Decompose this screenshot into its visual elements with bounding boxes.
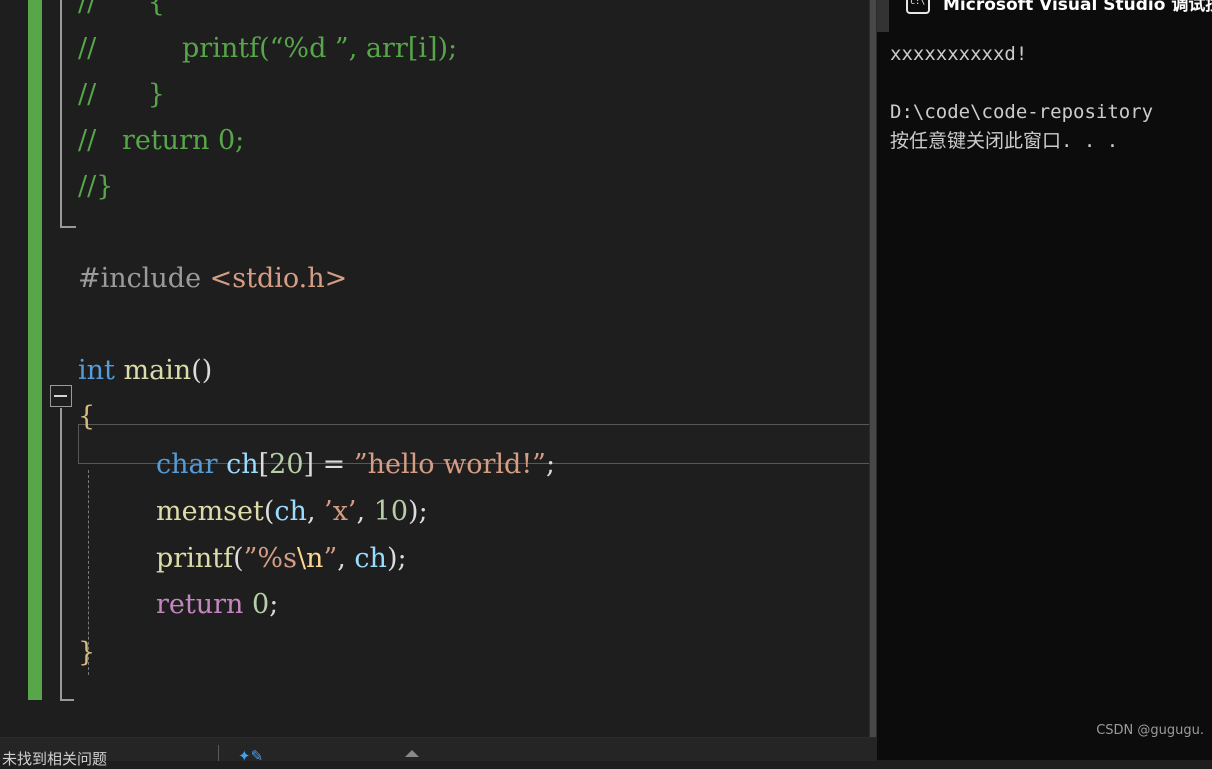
code-line[interactable]: printf(”%s\n”, ch); (156, 536, 407, 582)
screenshot-root: // { // printf(“%d ”, arr[i]); // } // retu… (0, 0, 1212, 768)
code-token: () (191, 355, 213, 386)
code-token: ( (233, 543, 244, 574)
code-token: return (156, 589, 244, 620)
code-token: // printf(“%d ”, arr[i]); (78, 33, 458, 64)
code-token: 10 (373, 496, 409, 527)
editor-bottom-bar[interactable]: 未找到相关问题 ✦✎ (0, 737, 877, 768)
code-token: ”hello world!” (353, 449, 546, 480)
editor-vertical-scrollbar-thumb[interactable] (870, 0, 876, 737)
code-token: // } (78, 79, 165, 110)
editor-change-bar (28, 0, 42, 700)
code-line[interactable]: // { (78, 0, 165, 26)
code-line[interactable]: return 0; (156, 582, 278, 628)
console-line: xxxxxxxxxxd! (890, 43, 1028, 65)
code-token: ( (263, 496, 275, 527)
code-token: ; (269, 589, 279, 620)
code-editor[interactable]: // { // printf(“%d ”, arr[i]); // } // retu… (0, 0, 877, 737)
code-token: #include (78, 263, 210, 294)
code-token: ch (354, 543, 387, 574)
collapse-toggle-icon[interactable] (50, 385, 72, 407)
outlining-bracket-main (60, 408, 62, 700)
code-token: ”%s (243, 543, 297, 574)
code-token: printf (156, 543, 234, 574)
code-line[interactable]: memset(ch, ’x’, 10); (156, 489, 428, 535)
code-token: // { (78, 0, 165, 18)
console-title-bar[interactable]: c:\ Microsoft Visual Studio 调试控制台 (877, 0, 1212, 32)
code-token: [ (258, 449, 270, 480)
code-token: ] = (303, 449, 354, 480)
code-token: { (78, 401, 96, 432)
bottom-bar-label: 未找到相关问题 (2, 750, 108, 768)
title-bar-corner (877, 0, 889, 32)
code-token: int (78, 355, 115, 386)
code-line[interactable]: char ch[20] = ”hello world!”; (156, 442, 555, 488)
code-token: ); (408, 496, 428, 527)
code-line[interactable]: { (78, 394, 95, 440)
sparkle-pencil-icon[interactable]: ✦✎ (238, 747, 263, 765)
code-line[interactable]: #include <stdio.h> (78, 256, 347, 302)
code-line[interactable]: // printf(“%d ”, arr[i]); (78, 26, 457, 72)
editor-indicator-margin[interactable] (0, 0, 28, 737)
code-token: 20 (269, 449, 304, 480)
code-token: <stdio.h> (209, 263, 348, 294)
bottom-bar-separator (218, 745, 219, 761)
code-token: //} (78, 171, 114, 202)
outlining-bracket-top-foot (60, 226, 76, 228)
chevron-down-icon[interactable] (405, 750, 419, 757)
debug-console-window[interactable]: c:\ Microsoft Visual Studio 调试控制台 xxxxxx… (877, 0, 1212, 760)
code-line[interactable]: // } (78, 72, 165, 118)
code-token: ’x’ (324, 496, 357, 527)
console-line: 按任意键关闭此窗口. . . (890, 130, 1119, 152)
outlining-bracket-top (60, 0, 62, 228)
code-token: ; (545, 449, 556, 480)
code-line[interactable]: int main() (78, 348, 212, 394)
code-token: , (337, 543, 355, 574)
code-token: 0 (252, 589, 270, 620)
code-token: , (306, 496, 325, 527)
console-title: Microsoft Visual Studio 调试控制台 (943, 0, 1212, 15)
console-line: D:\code\code-repository (890, 101, 1154, 123)
cmd-prompt-icon-label: c:\ (910, 0, 925, 7)
watermark: CSDN @gugugu. (1096, 723, 1204, 738)
code-token: , (356, 496, 374, 527)
cmd-prompt-icon: c:\ (906, 0, 930, 14)
code-token: memset (156, 496, 264, 527)
code-token: char (156, 449, 218, 480)
code-token: \n (296, 543, 324, 574)
code-token: } (78, 637, 96, 668)
code-line[interactable]: // return 0; (78, 118, 244, 164)
code-token: main (123, 355, 192, 386)
code-line[interactable]: } (78, 630, 95, 676)
outlining-bracket-main-foot (60, 699, 74, 701)
code-token: ch (226, 449, 259, 480)
code-token: ” (323, 543, 338, 574)
code-line[interactable]: //} (78, 164, 113, 210)
code-token: ch (274, 496, 307, 527)
code-token: // return 0; (78, 125, 245, 156)
code-token: ); (386, 543, 407, 574)
